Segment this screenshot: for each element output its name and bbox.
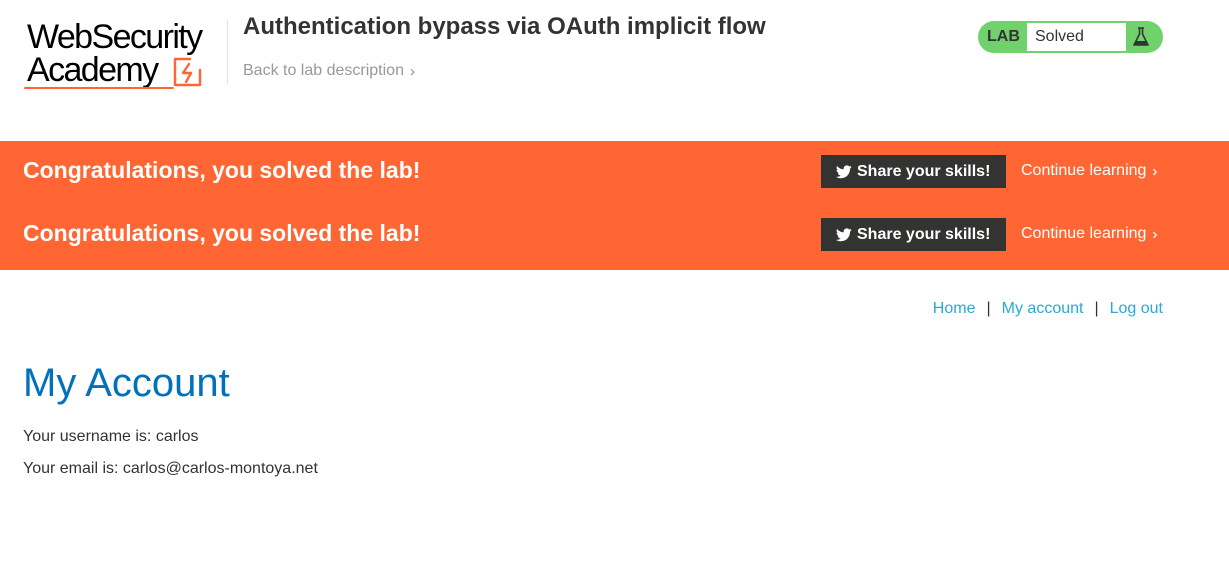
flask-icon — [1133, 27, 1149, 46]
username-text: Your username is: carlos — [23, 428, 199, 445]
nav-separator: | — [986, 300, 991, 317]
twitter-icon — [836, 227, 852, 241]
web-security-academy-logo[interactable]: WebSecurity Academy — [24, 18, 224, 92]
lightning-bolt-icon — [173, 57, 202, 87]
lab-status-value: Solved — [1035, 28, 1084, 45]
share-your-skills-button[interactable]: Share your skills! — [821, 155, 1006, 188]
lab-status-label: LAB — [987, 28, 1020, 45]
back-link-label: Back to lab description — [243, 62, 404, 79]
nav-log-out-link[interactable]: Log out — [1110, 300, 1163, 318]
lab-status-value-box: Solved — [1027, 23, 1126, 51]
back-to-lab-description-link[interactable]: Back to lab description ›› — [243, 62, 415, 80]
logo-underline — [24, 87, 174, 89]
lab-status-widget: LAB Solved — [978, 21, 1163, 53]
banner-row: Congratulations, you solved the lab! Sha… — [0, 141, 1229, 205]
page-title: My Account — [23, 361, 230, 405]
solved-banner: Congratulations, you solved the lab! Sha… — [0, 141, 1229, 270]
lab-title: Authentication bypass via OAuth implicit… — [243, 13, 766, 40]
banner-row: Congratulations, you solved the lab! Sha… — [0, 204, 1229, 268]
nav-separator: | — [1094, 300, 1099, 317]
header-divider — [227, 20, 228, 84]
share-your-skills-button[interactable]: Share your skills! — [821, 218, 1006, 251]
logo-text-line2: Academy — [27, 51, 159, 89]
continue-learning-label: Continue learning — [1021, 162, 1147, 179]
twitter-icon — [836, 164, 852, 178]
share-button-label: Share your skills! — [857, 225, 991, 243]
congratulations-message: Congratulations, you solved the lab! — [23, 157, 421, 183]
continue-learning-link[interactable]: Continue learning ›› — [1021, 162, 1157, 180]
share-button-label: Share your skills! — [857, 162, 991, 180]
account-nav: Home | My account | Log out — [933, 300, 1163, 318]
continue-learning-label: Continue learning — [1021, 225, 1147, 242]
congratulations-message: Congratulations, you solved the lab! — [23, 220, 421, 246]
continue-learning-link[interactable]: Continue learning ›› — [1021, 225, 1157, 243]
lab-header: WebSecurity Academy Authentication bypas… — [0, 0, 1229, 141]
logo-text-line1: WebSecurity — [27, 18, 203, 56]
nav-my-account-link[interactable]: My account — [1002, 300, 1084, 318]
email-text: Your email is: carlos@carlos-montoya.net — [23, 460, 318, 477]
nav-home-link[interactable]: Home — [933, 300, 976, 318]
